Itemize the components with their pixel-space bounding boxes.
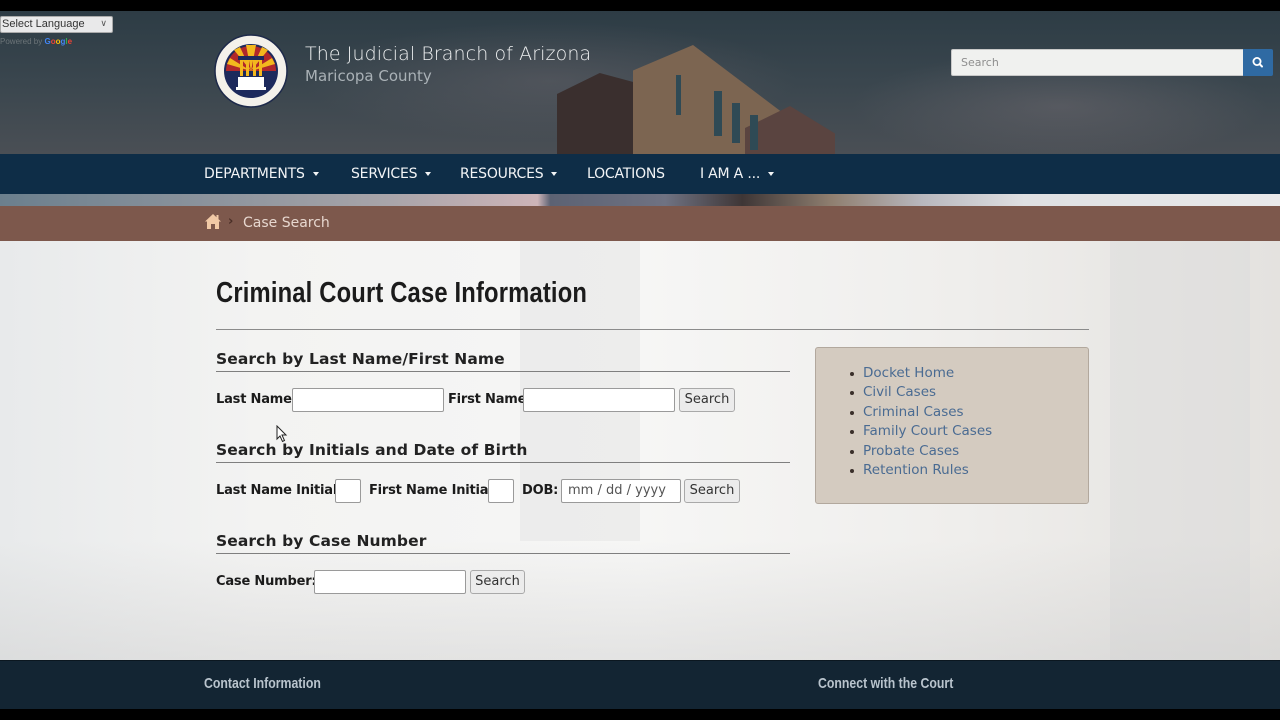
nav-label: DEPARTMENTS xyxy=(204,166,305,182)
case-number-label: Case Number: xyxy=(216,574,317,589)
home-icon[interactable] xyxy=(204,213,222,230)
nav-label: SERVICES xyxy=(351,166,418,182)
link-civil-cases[interactable]: Civil Cases xyxy=(848,383,992,402)
building-window xyxy=(732,103,740,143)
site-search-input[interactable]: Search xyxy=(951,49,1244,76)
language-select-value: Select Language xyxy=(2,18,85,30)
main-nav: DEPARTMENTS SERVICES RESOURCES LOCATIONS… xyxy=(0,154,1280,194)
last-initial-input[interactable] xyxy=(335,479,361,503)
section-heading-case-number: Search by Case Number xyxy=(216,532,427,550)
nav-label: RESOURCES xyxy=(460,166,544,182)
nav-item-locations[interactable]: LOCATIONS xyxy=(587,166,665,182)
court-seal-logo[interactable] xyxy=(214,34,288,108)
nav-item-services[interactable]: SERVICES xyxy=(351,166,432,182)
last-initial-label: Last Name Initial: xyxy=(216,483,343,498)
last-name-label: Last Name: xyxy=(216,392,297,407)
link-criminal-cases[interactable]: Criminal Cases xyxy=(848,403,992,422)
site-search-button[interactable] xyxy=(1243,49,1273,76)
background-image xyxy=(0,541,1280,660)
dob-placeholder: mm / dd / yyyy xyxy=(568,483,666,498)
site-title[interactable]: The Judicial Branch of Arizona xyxy=(305,43,591,65)
footer-heading-contact: Contact Information xyxy=(204,675,321,692)
building-window xyxy=(714,91,722,136)
name-search-button[interactable]: Search xyxy=(679,388,735,412)
caret-down-icon xyxy=(425,172,432,176)
breadcrumb-separator: › xyxy=(228,214,234,229)
section-heading-name-search: Search by Last Name/First Name xyxy=(216,350,505,368)
first-name-label: First Name: xyxy=(448,392,532,407)
building-window xyxy=(676,75,681,115)
footer xyxy=(0,660,1280,709)
link-docket-home[interactable]: Docket Home xyxy=(848,364,992,383)
case-number-search-button[interactable]: Search xyxy=(470,570,525,594)
page-title: Criminal Court Case Information xyxy=(216,277,588,309)
case-number-input[interactable] xyxy=(314,570,466,594)
divider xyxy=(216,371,790,372)
section-heading-initials-dob: Search by Initials and Date of Birth xyxy=(216,441,528,459)
mouse-cursor-icon xyxy=(276,425,288,443)
nav-item-resources[interactable]: RESOURCES xyxy=(460,166,558,182)
site-search-placeholder: Search xyxy=(961,56,999,69)
powered-by-label: Powered by xyxy=(0,37,43,46)
breadcrumb-current: Case Search xyxy=(243,215,330,231)
nav-label: I AM A ... xyxy=(700,166,761,182)
first-initial-input[interactable] xyxy=(488,479,514,503)
footer-heading-connect: Connect with the Court xyxy=(818,675,954,692)
link-retention-rules[interactable]: Retention Rules xyxy=(848,461,992,480)
last-name-input[interactable] xyxy=(292,388,444,412)
nav-item-departments[interactable]: DEPARTMENTS xyxy=(204,166,319,182)
divider xyxy=(216,329,1089,330)
video-letterbox-bottom xyxy=(0,709,1280,720)
nav-item-i-am-a[interactable]: I AM A ... xyxy=(700,166,775,182)
first-name-input[interactable] xyxy=(523,388,675,412)
first-initial-label: First Name Initial: xyxy=(369,483,498,498)
divider xyxy=(216,462,790,463)
powered-by-google: Powered by Google xyxy=(0,37,72,46)
caret-down-icon xyxy=(551,172,558,176)
dob-label: DOB: xyxy=(522,483,559,498)
header-hero xyxy=(0,11,1280,154)
caret-down-icon xyxy=(768,172,775,176)
site-subtitle: Maricopa County xyxy=(305,67,432,85)
caret-down-icon xyxy=(312,172,319,176)
google-logo[interactable]: Google xyxy=(44,37,72,46)
dob-search-button[interactable]: Search xyxy=(684,479,740,503)
search-icon xyxy=(1252,56,1263,68)
building-window xyxy=(750,115,758,150)
breadcrumb xyxy=(0,206,1280,241)
video-letterbox-top xyxy=(0,0,1280,11)
language-select[interactable]: Select Language ∨ xyxy=(0,16,113,33)
divider xyxy=(216,553,790,554)
docket-links-list: Docket Home Civil Cases Criminal Cases F… xyxy=(848,364,992,480)
header-image-strip xyxy=(0,194,1280,206)
link-family-court-cases[interactable]: Family Court Cases xyxy=(848,422,992,441)
dob-input[interactable]: mm / dd / yyyy xyxy=(561,479,681,503)
chevron-down-icon: ∨ xyxy=(100,18,107,28)
link-probate-cases[interactable]: Probate Cases xyxy=(848,442,992,461)
nav-label: LOCATIONS xyxy=(587,166,665,182)
